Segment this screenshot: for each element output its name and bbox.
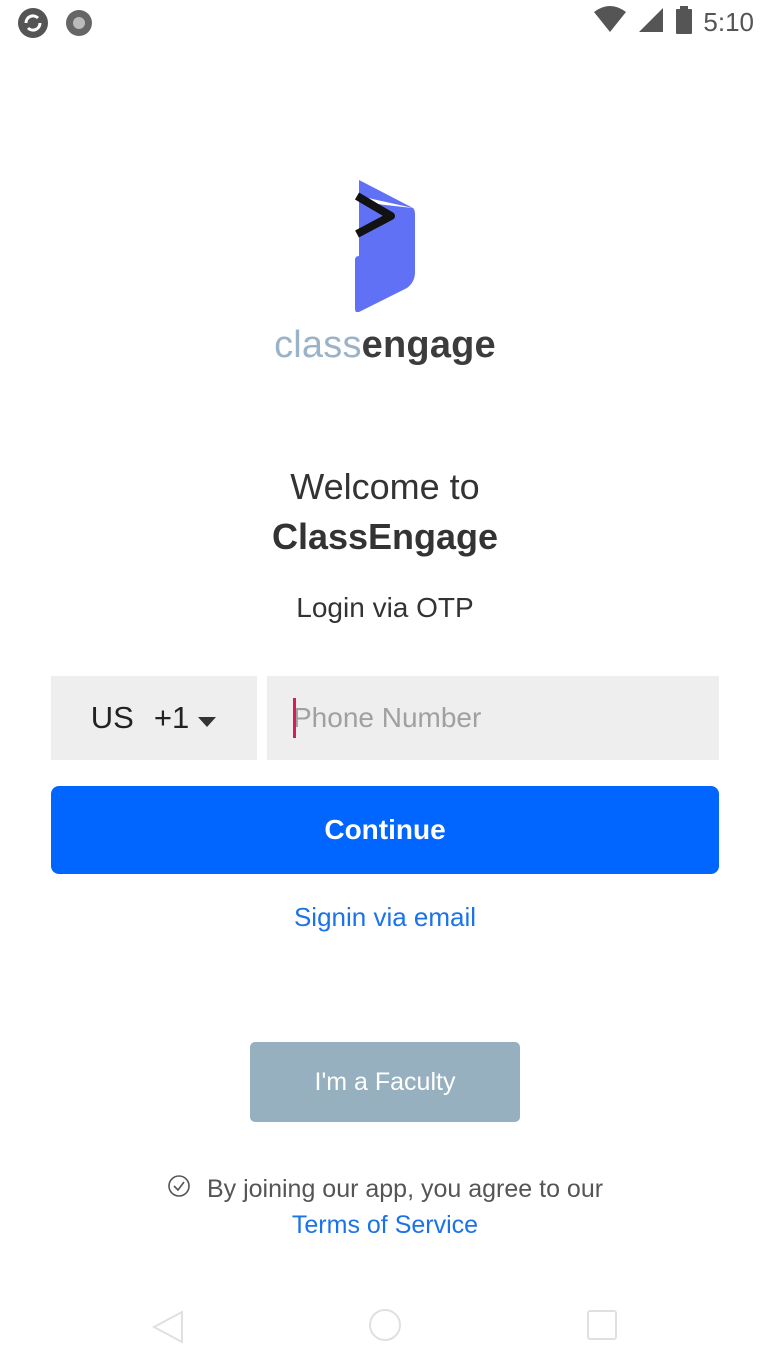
phone-input[interactable] [267,676,719,760]
record-icon [64,8,94,43]
signal-icon [637,6,665,39]
wifi-icon [593,6,627,39]
terms-text: By joining our app, you agree to our [206,1175,604,1203]
app-logo: classengage [0,176,770,367]
navigation-bar [0,1306,770,1348]
terms-notice: By joining our app, you agree to our Ter… [0,1174,770,1240]
battery-icon [675,6,693,39]
recents-icon[interactable] [585,1308,619,1347]
country-code-select[interactable]: US +1 [51,676,257,760]
signin-email-link[interactable]: Signin via email [0,902,770,933]
continue-button[interactable]: Continue [51,786,719,874]
brand-name: classengage [274,324,496,366]
back-icon[interactable] [150,1310,186,1349]
login-subtitle: Login via OTP [296,592,474,623]
country-code: US [90,700,134,735]
welcome-line: Welcome to [290,466,480,507]
welcome-heading: Welcome to ClassEngage [0,462,770,562]
logo-mark-icon [354,180,415,312]
home-icon[interactable] [368,1308,402,1347]
faculty-button[interactable]: I'm a Faculty [250,1042,520,1122]
sync-icon [16,6,50,45]
dial-code: +1 [153,700,190,735]
welcome-app-name: ClassEngage [271,516,499,557]
status-bar: 5:10 [0,0,770,46]
caret-down-icon [197,700,217,736]
clock: 5:10 [703,7,754,37]
text-cursor [293,698,296,738]
terms-of-service-link[interactable]: Terms of Service [0,1211,770,1240]
check-circle-icon[interactable] [167,1174,191,1205]
